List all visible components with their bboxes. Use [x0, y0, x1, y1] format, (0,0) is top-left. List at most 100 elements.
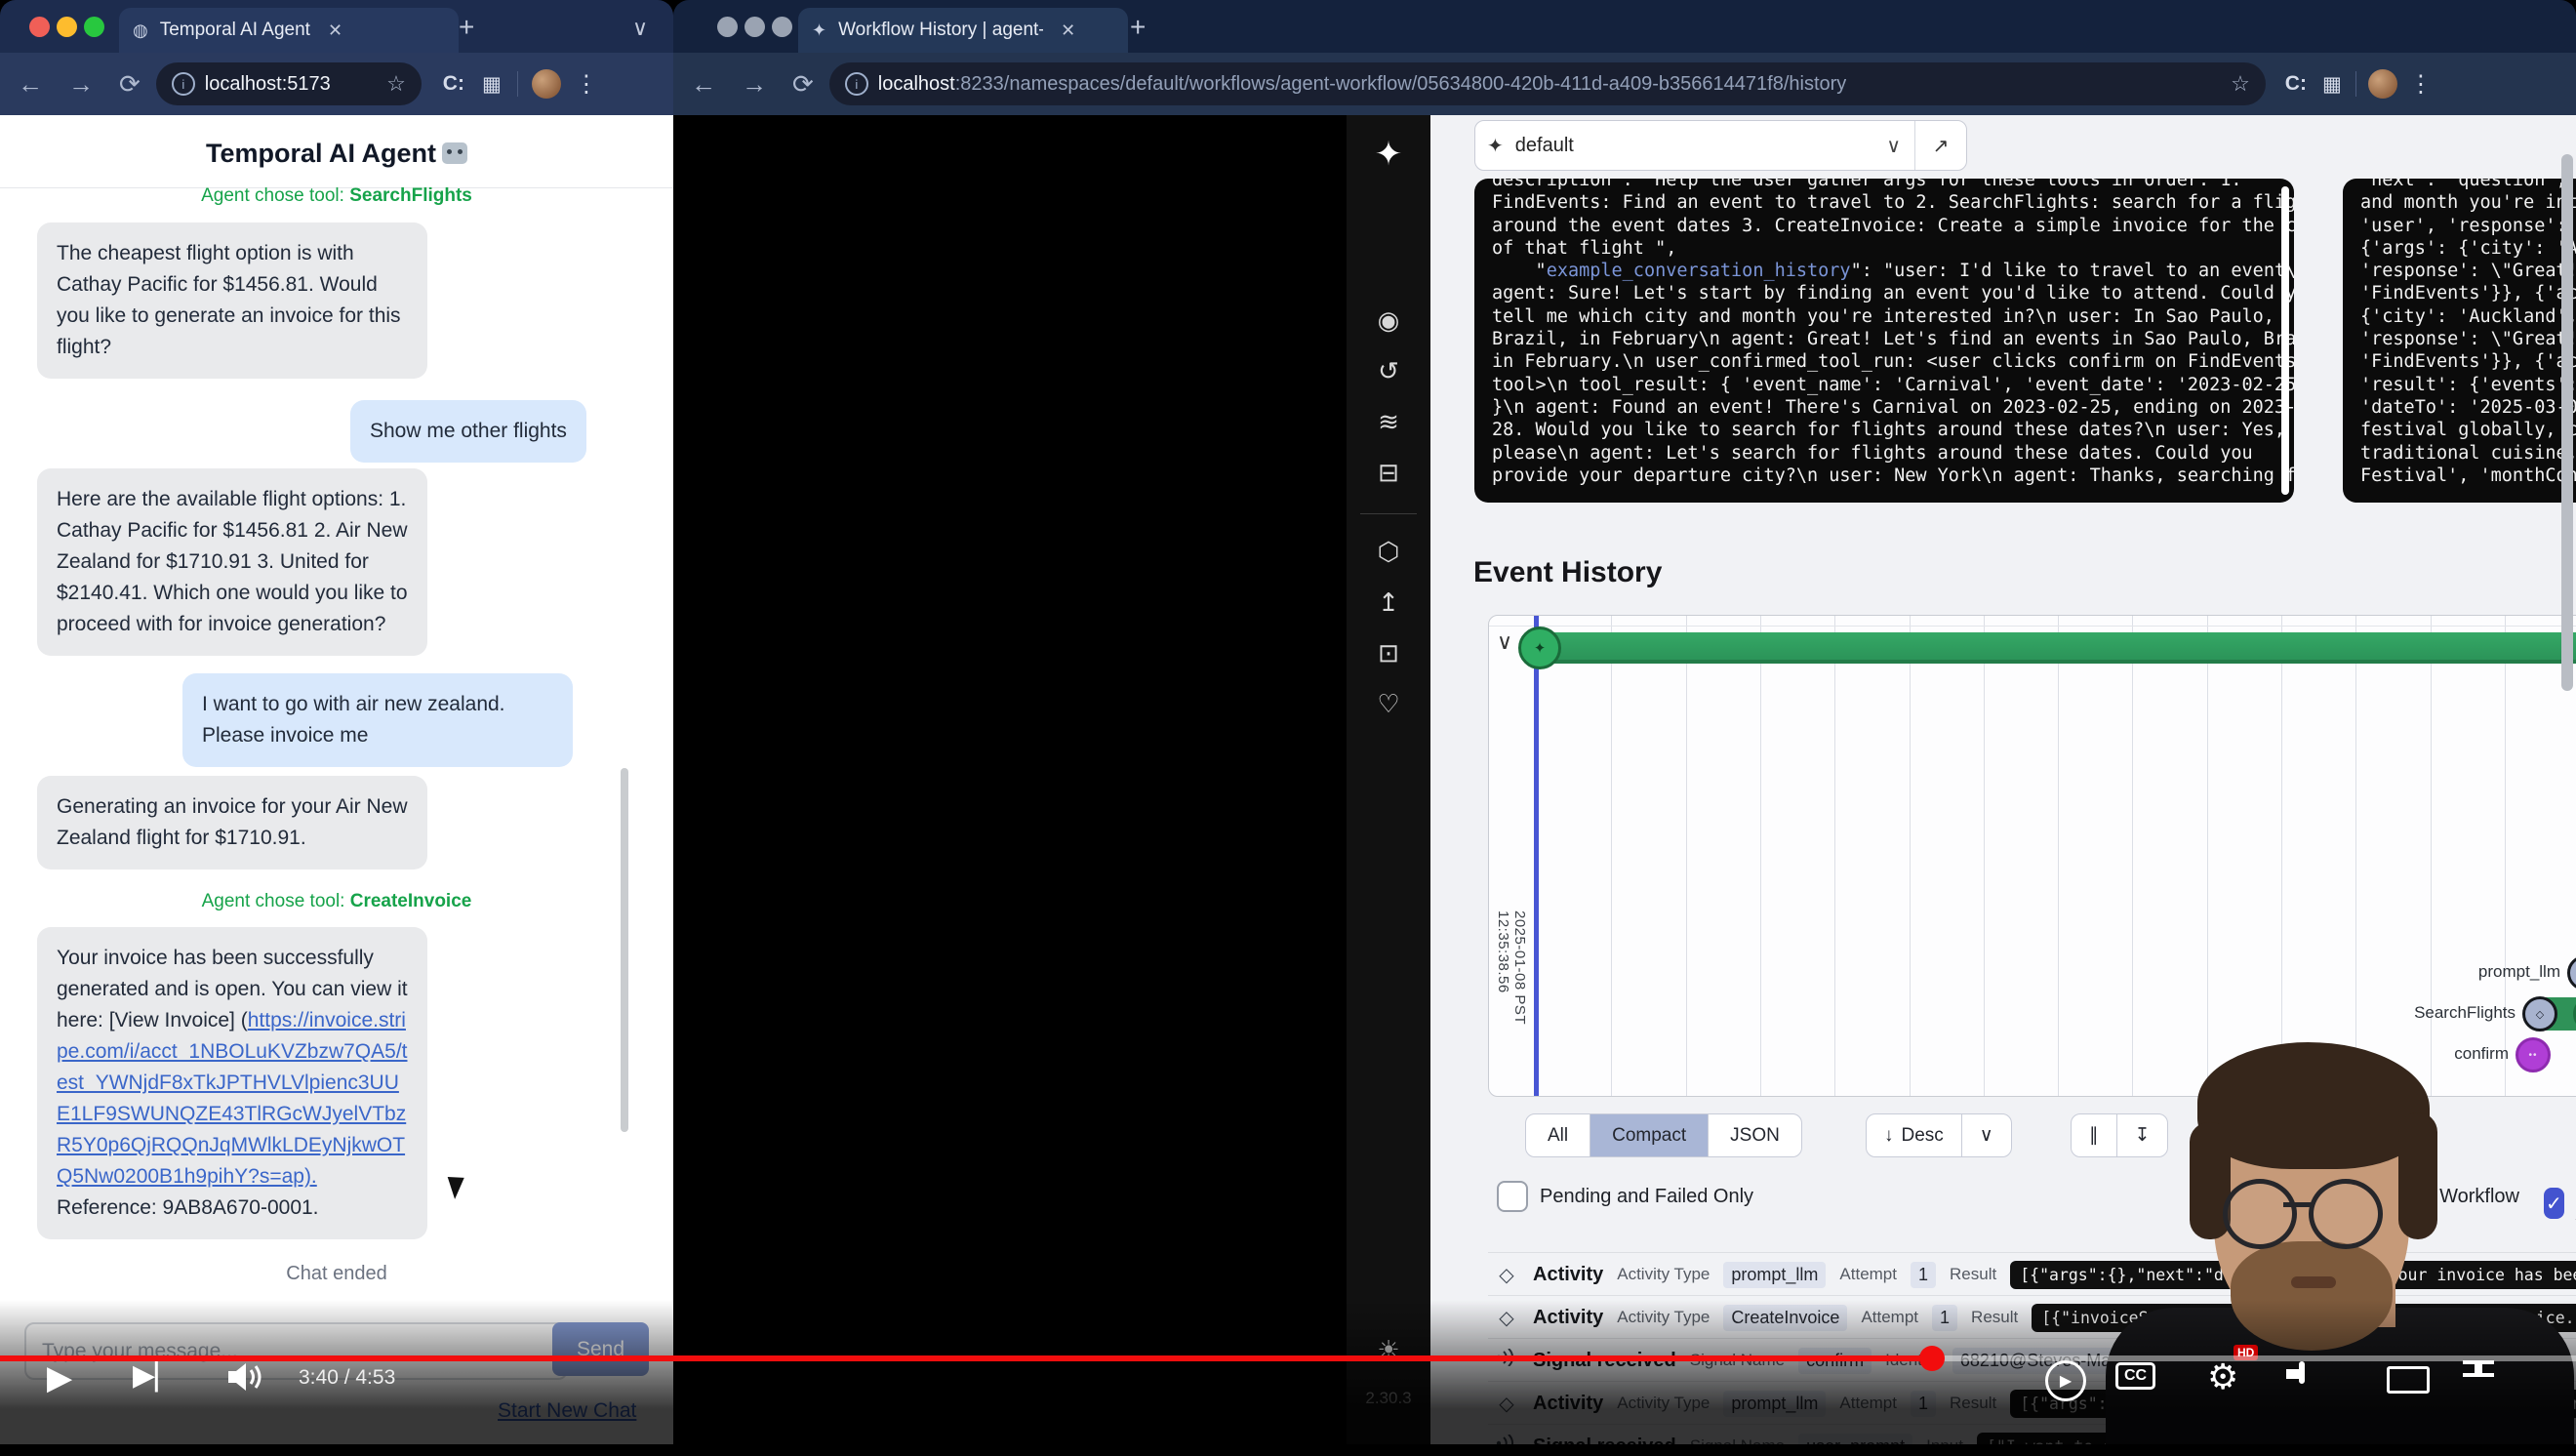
sort-desc-button[interactable]: ↓Desc	[1867, 1114, 1961, 1156]
temporal-logo-icon[interactable]: ✦	[1347, 135, 1430, 174]
tool-banner-createinvoice: Agent chose tool: CreateInvoice	[0, 891, 673, 912]
payload-json-text: 'next': 'question', 'response': "Could y…	[2343, 179, 2576, 487]
minimize-window-button[interactable]	[745, 17, 765, 37]
right-toolbar: ← → ⟳ i localhost:8233/namespaces/defaul…	[673, 53, 2576, 115]
tab-search-chevron-icon[interactable]: ∨	[632, 16, 648, 41]
timeline-top-hairline	[1489, 626, 2576, 627]
pending-failed-filter[interactable]: Pending and Failed Only	[1497, 1181, 1753, 1212]
profile-avatar[interactable]	[2368, 69, 2397, 99]
arrow-down-icon: ↓	[1884, 1125, 1894, 1147]
profile-avatar[interactable]	[532, 69, 561, 99]
forward-button[interactable]: →	[742, 69, 767, 100]
sort-options-chevron[interactable]: ∨	[1962, 1114, 2011, 1156]
nav-divider	[1360, 513, 1417, 514]
claude-extension-icon[interactable]: C:	[2285, 72, 2307, 96]
gridline	[1686, 616, 1687, 1096]
result-payload-panel: 'next': 'question', 'response': "Could y…	[2343, 179, 2576, 503]
field-label: Result	[1950, 1265, 1996, 1284]
zoom-window-button[interactable]	[772, 17, 792, 37]
checkbox-unchecked[interactable]	[1497, 1181, 1528, 1212]
gridline	[1984, 616, 1985, 1096]
forward-button[interactable]: →	[68, 69, 94, 100]
reload-button[interactable]: ⟳	[792, 69, 814, 100]
video-progress-played[interactable]	[0, 1355, 1932, 1361]
extensions-puzzle-icon[interactable]: ▦	[2322, 72, 2342, 97]
toolbar-divider	[2355, 71, 2356, 97]
close-window-button[interactable]	[29, 17, 50, 37]
site-info-icon[interactable]: i	[845, 72, 868, 96]
browser-menu-icon[interactable]: ⋮	[575, 70, 598, 99]
extensions-puzzle-icon[interactable]: ▦	[482, 72, 502, 97]
back-button[interactable]: ←	[691, 69, 716, 100]
view-option-json[interactable]: JSON	[1708, 1114, 1801, 1156]
gridline	[1760, 616, 1761, 1096]
site-info-icon[interactable]: i	[172, 72, 195, 96]
address-bar[interactable]: i localhost:8233/namespaces/default/work…	[829, 62, 2266, 105]
field-label: Attempt	[1839, 1265, 1897, 1284]
payload-json-text: description": "Help the user gather args…	[1474, 179, 2294, 487]
browser-menu-icon[interactable]: ⋮	[2409, 70, 2433, 99]
chat-scrollbar[interactable]	[621, 768, 628, 1132]
activity-diamond-icon: ◇	[1494, 1263, 1519, 1287]
feedback-heart-icon[interactable]: ♡	[1347, 689, 1430, 719]
tab-title: Temporal AI Agent	[160, 20, 310, 41]
subtitles-cc-button[interactable]: CC	[2115, 1362, 2155, 1390]
bookmark-star-icon[interactable]: ☆	[386, 71, 406, 97]
bookmark-star-icon[interactable]: ☆	[2231, 71, 2250, 97]
new-tab-button[interactable]: +	[1130, 14, 1146, 41]
codec-server-icon[interactable]: ⊡	[1347, 638, 1430, 668]
autoplay-toggle[interactable]: ▶	[2045, 1360, 2086, 1401]
next-video-button[interactable]: ▶▏	[133, 1358, 178, 1393]
import-icon[interactable]: ↥	[1347, 587, 1430, 618]
volume-icon[interactable]	[226, 1360, 265, 1394]
close-tab-icon[interactable]: ✕	[1061, 20, 1075, 41]
open-namespace-icon[interactable]: ↗	[1915, 134, 1966, 158]
settings-gear-icon[interactable]: ⚙HD	[2207, 1356, 2238, 1397]
presenter-hair	[2197, 1042, 2430, 1169]
activity-scheduled-node[interactable]: ◇	[2567, 955, 2576, 991]
event-name: Activity	[1533, 1264, 1603, 1286]
agent-message-bubble: The cheapest flight option is with Catha…	[37, 222, 427, 379]
chat-ended-status: Chat ended	[0, 1263, 673, 1285]
page-scrollbar[interactable]	[2561, 154, 2573, 691]
axis-start-time: 2025-01-08 PST 12:35:38.56	[1495, 910, 1528, 1096]
field-label: Activity Type	[1617, 1265, 1710, 1284]
field-chip: 1	[1911, 1262, 1936, 1288]
video-frame: ◍ Temporal AI Agent ✕ + ∨ ← → ⟳ i localh…	[0, 0, 2576, 1456]
agent-message-bubble: Here are the available flight options: 1…	[37, 468, 427, 656]
archive-icon[interactable]: ⊟	[1347, 458, 1430, 488]
schedules-icon[interactable]: ↺	[1347, 356, 1430, 386]
claude-extension-icon[interactable]: C:	[443, 72, 464, 96]
address-bar[interactable]: i localhost:5173 ☆	[156, 62, 422, 105]
namespace-select[interactable]: ✦ default ∨ ↗	[1474, 120, 1967, 171]
workflow-execution-bar[interactable]	[1540, 632, 2576, 664]
video-progress-handle[interactable]	[1919, 1346, 1945, 1371]
left-tab-strip: ◍ Temporal AI Agent ✕ + ∨	[0, 0, 673, 53]
namespace-icon: ✦	[1487, 134, 1504, 158]
view-option-all[interactable]: All	[1526, 1114, 1590, 1156]
invoice-link[interactable]: https://invoice.stripe.com/i/acct_1NBOLu…	[57, 1009, 408, 1188]
close-tab-icon[interactable]: ✕	[328, 20, 342, 41]
tab-temporal-ai-agent[interactable]: ◍ Temporal AI Agent ✕	[119, 8, 459, 53]
new-tab-button[interactable]: +	[459, 14, 474, 41]
event-history-title: Event History	[1473, 556, 1662, 589]
workflow-start-node[interactable]: ✦	[1518, 627, 1561, 669]
collapse-chevron-icon[interactable]: ∨	[1497, 629, 1512, 655]
close-window-button[interactable]	[717, 17, 738, 37]
play-button[interactable]: ▶	[47, 1358, 72, 1397]
minimize-window-button[interactable]	[57, 17, 77, 37]
namespaces-icon[interactable]: ≋	[1347, 407, 1430, 437]
code-scrollbar[interactable]	[2281, 186, 2289, 495]
view-option-compact[interactable]: Compact	[1590, 1114, 1708, 1156]
tab-workflow-history[interactable]: ✦ Workflow History | agent-wor ✕	[798, 8, 1128, 53]
zoom-window-button[interactable]	[84, 17, 104, 37]
workflows-icon[interactable]: ◉	[1347, 305, 1430, 336]
theater-mode-button[interactable]	[2387, 1366, 2430, 1394]
user-message-bubble: Show me other flights	[350, 400, 586, 463]
glasses-bridge	[2283, 1202, 2313, 1207]
timeline-event-label: prompt_llm	[2477, 799, 2576, 819]
back-button[interactable]: ←	[18, 69, 43, 100]
reload-button[interactable]: ⟳	[119, 69, 141, 100]
labs-cube-icon[interactable]: ⬡	[1347, 537, 1430, 567]
miniplayer-button[interactable]	[2299, 1361, 2305, 1384]
